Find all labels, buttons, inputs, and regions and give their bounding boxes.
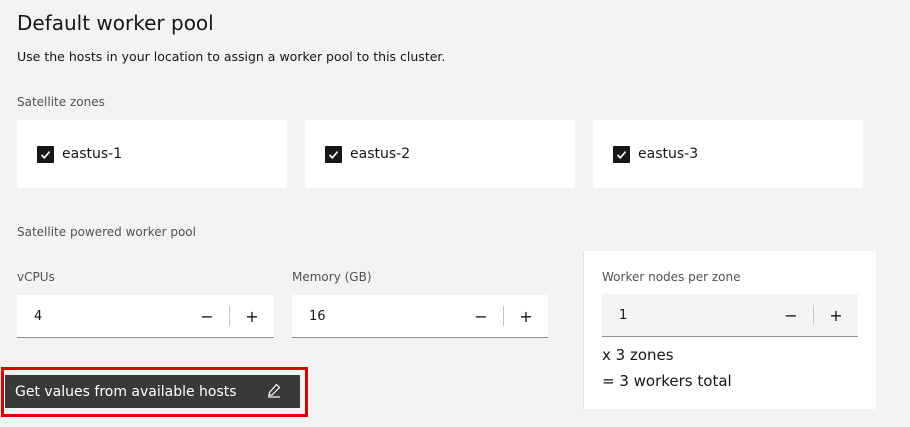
vcpus-input[interactable]: 4 xyxy=(17,309,185,324)
zone-label: eastus-1 xyxy=(62,146,123,162)
vcpus-increment-button[interactable]: + xyxy=(230,295,274,337)
memory-label: Memory (GB) xyxy=(292,270,372,284)
zones-section-label: Satellite zones xyxy=(17,95,105,109)
worker-nodes-input[interactable]: 1 xyxy=(602,308,769,323)
panel-divider xyxy=(583,251,584,409)
memory-increment-button[interactable]: + xyxy=(504,295,548,337)
workers-total-text: = 3 workers total xyxy=(602,372,732,390)
zone-label: eastus-3 xyxy=(638,146,699,162)
get-values-button-label: Get values from available hosts xyxy=(15,383,237,400)
worker-nodes-label: Worker nodes per zone xyxy=(602,270,741,284)
memory-stepper: 16 − + xyxy=(292,295,548,338)
memory-input[interactable]: 16 xyxy=(292,309,459,324)
page-title: Default worker pool xyxy=(17,11,214,35)
page-description: Use the hosts in your location to assign… xyxy=(17,49,446,64)
zones-multiplier-text: x 3 zones xyxy=(602,346,674,364)
zone-label: eastus-2 xyxy=(350,146,411,162)
get-values-button[interactable]: Get values from available hosts xyxy=(5,375,300,408)
vcpus-stepper: 4 − + xyxy=(17,295,274,338)
zone-card-eastus-3[interactable]: eastus-3 xyxy=(593,120,863,188)
edit-icon xyxy=(266,382,282,402)
checkbox-checked-icon[interactable] xyxy=(37,145,54,163)
zone-card-eastus-2[interactable]: eastus-2 xyxy=(305,120,575,188)
vcpus-decrement-button[interactable]: − xyxy=(185,295,229,337)
worker-pool-section-label: Satellite powered worker pool xyxy=(17,225,196,239)
checkbox-checked-icon[interactable] xyxy=(613,145,630,163)
worker-nodes-stepper: 1 − + xyxy=(602,294,858,337)
worker-nodes-decrement-button[interactable]: − xyxy=(769,294,813,336)
worker-nodes-increment-button[interactable]: + xyxy=(814,294,858,336)
zone-card-eastus-1[interactable]: eastus-1 xyxy=(17,120,287,188)
memory-decrement-button[interactable]: − xyxy=(459,295,503,337)
checkbox-checked-icon[interactable] xyxy=(325,145,342,163)
vcpus-label: vCPUs xyxy=(17,270,55,284)
